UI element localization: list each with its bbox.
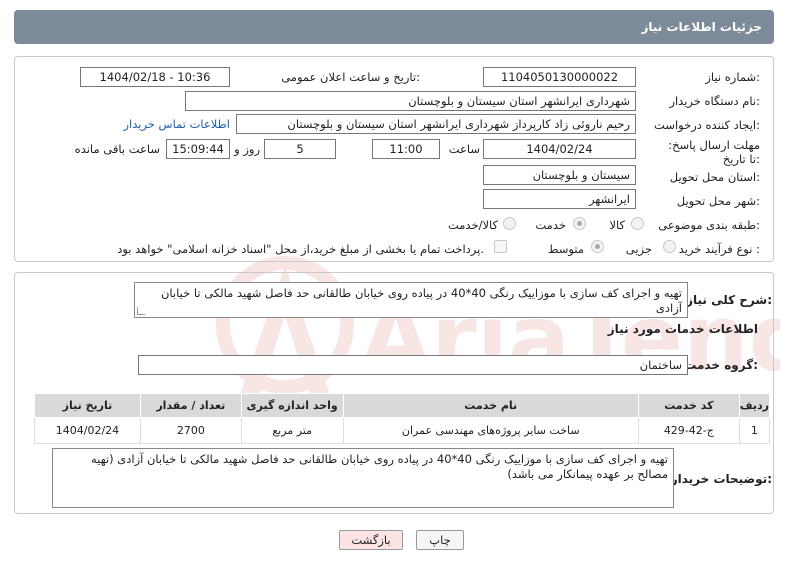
category-service-radio[interactable]	[573, 217, 586, 230]
purchase-minor-radio[interactable]	[663, 240, 676, 253]
quantity-cell: 2700	[139, 417, 242, 444]
table-row: 1 ج-42-429 ساخت سایر پروژه‌های مهندسی عم…	[34, 417, 771, 444]
deadline-date-field: 1404/02/24	[483, 139, 636, 159]
page-title: جزئیات اطلاعات نیاز	[641, 20, 762, 34]
purchase-type-label: نوع فرآیند خرید :	[678, 242, 760, 256]
category-goods-label: کالا	[609, 218, 625, 232]
unit-cell: متر مربع	[240, 417, 344, 444]
services-table: ردیف کد خدمت نام خدمت واحد اندازه گیری ت…	[34, 393, 771, 444]
creator-label: ایجاد کننده درخواست:	[654, 118, 760, 132]
col-service-code: کد خدمت	[637, 393, 740, 418]
col-service-name: نام خدمت	[342, 393, 639, 418]
services-table-header: ردیف کد خدمت نام خدمت واحد اندازه گیری ت…	[34, 393, 771, 418]
col-row-number: ردیف	[738, 393, 771, 418]
category-label: طبقه بندی موضوعی:	[658, 218, 760, 232]
category-goods-radio[interactable]	[631, 217, 644, 230]
creator-field: رحیم ناروئی زاد کارپرداز شهرداری ایرانشه…	[236, 114, 636, 134]
category-goods-service-label: کالا/خدمت	[447, 218, 498, 232]
buyer-org-field: شهرداری ایرانشهر استان سیستان و بلوچستان	[185, 91, 636, 111]
remaining-time-label: ساعت باقی مانده	[74, 142, 160, 156]
days-label: روز و	[234, 142, 260, 156]
deadline-label: مهلت ارسال پاسخ: تا تاریخ:	[668, 138, 760, 166]
buyer-notes-textarea[interactable]: تهیه و اجرای کف سازی با موزاییک رنگی 40*…	[52, 448, 674, 508]
service-group-field: ساختمان	[138, 355, 688, 375]
row-number-cell: 1	[738, 417, 771, 444]
city-field: ایرانشهر	[483, 189, 636, 209]
category-goods-service-radio[interactable]	[503, 217, 516, 230]
print-button[interactable]: چاپ	[416, 530, 464, 550]
col-need-date: تاریخ نیاز	[34, 393, 141, 418]
services-section-title: اطلاعات خدمات مورد نیاز	[607, 322, 758, 336]
buyer-notes-label: توضیحات خریدار:	[670, 472, 772, 486]
buyer-org-label: نام دستگاه خریدار:	[669, 94, 760, 108]
back-button[interactable]: بازگشت	[339, 530, 403, 550]
category-service-label: خدمت	[535, 218, 566, 232]
buyer-contact-link[interactable]: اطلاعات تماس خریدار	[123, 117, 230, 131]
service-code-cell: ج-42-429	[637, 417, 740, 444]
announce-date-field: 1404/02/18 - 10:36	[80, 67, 230, 87]
service-group-label: گروه خدمت:	[684, 358, 758, 372]
col-unit: واحد اندازه گیری	[240, 393, 344, 418]
days-remaining-field: 5	[264, 139, 336, 159]
treasury-payment-note: پرداخت تمام یا بخشی از مبلغ خرید،از محل …	[117, 242, 484, 256]
col-quantity: تعداد / مقدار	[139, 393, 242, 418]
city-label: شهر محل تحویل:	[676, 194, 760, 208]
announce-date-label: تاریخ و ساعت اعلان عمومی:	[281, 70, 420, 84]
province-field: سیستان و بلوچستان	[483, 165, 636, 185]
need-date-cell: 1404/02/24	[34, 417, 141, 444]
purchase-minor-label: جزیی	[625, 242, 652, 256]
purchase-medium-radio[interactable]	[591, 240, 604, 253]
deadline-time-label: ساعت	[448, 142, 480, 156]
resize-handle-icon[interactable]	[137, 307, 145, 315]
service-name-cell: ساخت سایر پروژه‌های مهندسی عمران	[342, 417, 639, 444]
header-bar: جزئیات اطلاعات نیاز	[14, 10, 774, 44]
need-number-label: شماره نیاز:	[705, 70, 760, 84]
deadline-time-field: 11:00	[372, 139, 440, 159]
purchase-medium-label: متوسط	[547, 242, 584, 256]
remaining-time-field: 15:09:44	[166, 139, 230, 159]
need-number-field: 1104050130000022	[483, 67, 636, 87]
treasury-payment-checkbox[interactable]	[494, 240, 507, 253]
description-label: شرح کلی نیاز:	[686, 293, 772, 307]
description-textarea[interactable]: تهیه و اجرای کف سازی با موزاییک رنگی 40*…	[134, 282, 688, 318]
province-label: استان محل تحویل:	[669, 170, 760, 184]
